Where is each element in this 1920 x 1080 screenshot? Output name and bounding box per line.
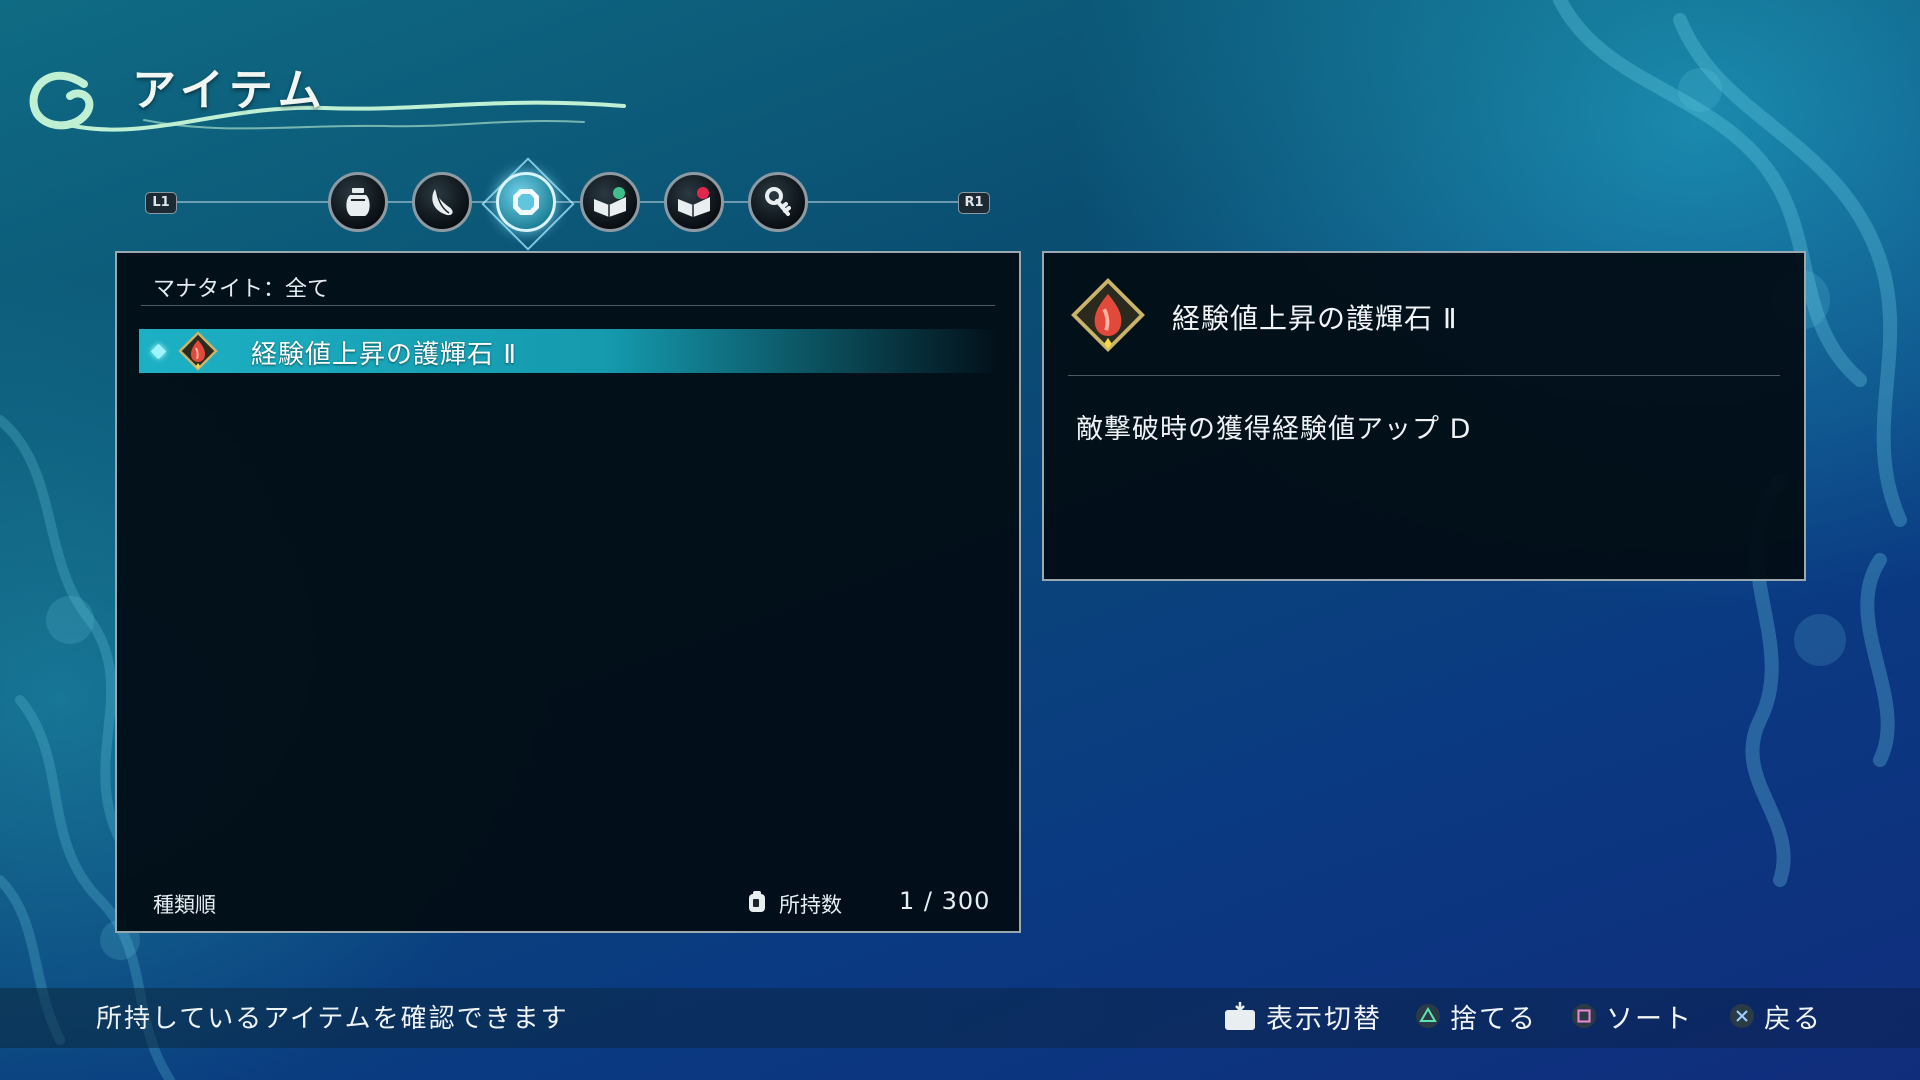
- r1-button-prompt[interactable]: R1: [958, 192, 990, 214]
- green-book-icon: [594, 187, 626, 217]
- tab-key-items[interactable]: [748, 172, 808, 232]
- tab-documents[interactable]: [664, 172, 724, 232]
- l1-button-prompt[interactable]: L1: [145, 192, 177, 214]
- red-book-icon: [678, 187, 710, 217]
- detail-description: 敵撃破時の獲得経験値アップ D: [1076, 414, 1472, 445]
- cross-icon: [1730, 1004, 1754, 1028]
- touchpad-icon: [1225, 1002, 1255, 1030]
- toggle-view-button[interactable]: 表示切替: [1222, 996, 1382, 1036]
- sort-order-label: 種類順: [153, 893, 216, 917]
- triangle-icon: [1416, 1004, 1440, 1028]
- item-name: 経験値上昇の護輝石 Ⅱ: [251, 340, 518, 370]
- sort-label: ソート: [1606, 1003, 1693, 1035]
- detail-item-name: 経験値上昇の護輝石 Ⅱ: [1172, 302, 1458, 335]
- tab-manatite[interactable]: [496, 172, 556, 232]
- tab-recipes[interactable]: [580, 172, 640, 232]
- discard-button[interactable]: 捨てる: [1414, 996, 1537, 1036]
- red-gem-icon: [1071, 278, 1145, 352]
- square-icon: [1572, 1004, 1596, 1028]
- owned-count-value: 1 / 300: [899, 887, 991, 915]
- potion-jar-icon: [346, 188, 370, 216]
- owned-count-label: 所持数: [779, 893, 842, 917]
- screen-title-area: アイテム: [24, 44, 644, 144]
- footer-bar: 所持しているアイテムを確認できます 表示切替 捨てる ソート 戻る: [0, 988, 1920, 1048]
- tab-materials[interactable]: [412, 172, 472, 232]
- list-item[interactable]: 経験値上昇の護輝石 Ⅱ: [139, 329, 999, 373]
- item-detail-panel: 経験値上昇の護輝石 Ⅱ 敵撃破時の獲得経験値アップ D: [1042, 251, 1806, 581]
- feather-icon: [432, 189, 453, 216]
- toggle-view-label: 表示切替: [1266, 1003, 1382, 1035]
- manatite-gem-icon: [513, 189, 539, 215]
- divider: [1068, 375, 1780, 376]
- tab-consumables[interactable]: [328, 172, 388, 232]
- selection-cursor-icon: [150, 343, 167, 360]
- discard-label: 捨てる: [1450, 1003, 1537, 1035]
- sort-button[interactable]: ソート: [1570, 996, 1693, 1036]
- item-list-panel: マナタイト：全て 経験値上昇の護輝石 Ⅱ 種類順 所持数 1 / 300: [115, 251, 1021, 933]
- list-filter-header: マナタイト：全て: [153, 277, 330, 302]
- help-text: 所持しているアイテムを確認できます: [96, 1004, 569, 1034]
- bag-icon: [749, 891, 765, 912]
- back-label: 戻る: [1764, 1003, 1822, 1035]
- title-swirl-ornament: [29, 71, 626, 132]
- page-title: アイテム: [132, 65, 328, 116]
- back-button[interactable]: 戻る: [1728, 996, 1822, 1036]
- key-icon: [765, 187, 791, 216]
- divider: [141, 305, 995, 306]
- red-gem-icon: [178, 331, 218, 371]
